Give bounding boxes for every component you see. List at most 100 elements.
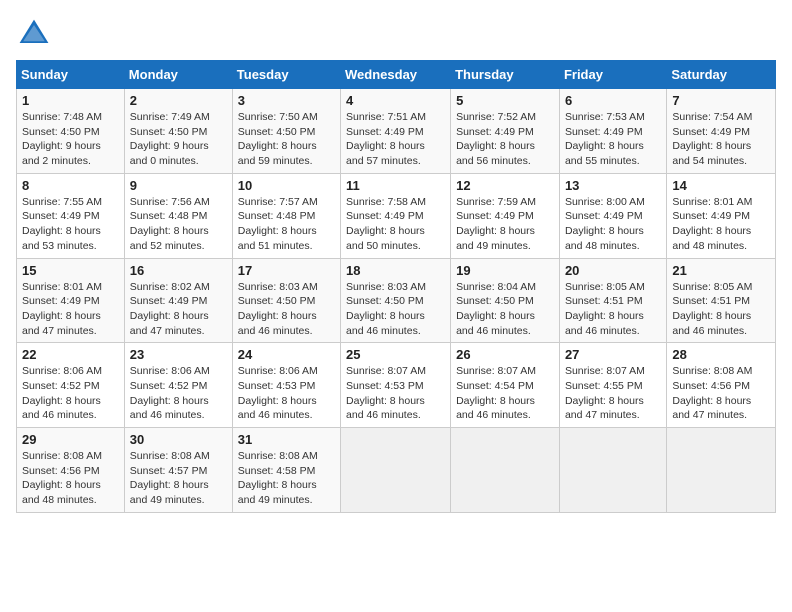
calendar-cell: 17 Sunrise: 8:03 AMSunset: 4:50 PMDayligh… <box>232 258 340 343</box>
calendar-cell: 12 Sunrise: 7:59 AMSunset: 4:49 PMDayligh… <box>451 173 560 258</box>
day-number: 8 <box>22 178 119 193</box>
calendar-cell: 31 Sunrise: 8:08 AMSunset: 4:58 PMDayligh… <box>232 428 340 513</box>
weekday-header-tuesday: Tuesday <box>232 61 340 89</box>
calendar-cell: 2 Sunrise: 7:49 AMSunset: 4:50 PMDaylight… <box>124 89 232 174</box>
calendar-cell: 30 Sunrise: 8:08 AMSunset: 4:57 PMDayligh… <box>124 428 232 513</box>
day-number: 3 <box>238 93 335 108</box>
day-number: 24 <box>238 347 335 362</box>
day-info: Sunrise: 8:08 AMSunset: 4:56 PMDaylight:… <box>672 364 770 423</box>
calendar-cell: 10 Sunrise: 7:57 AMSunset: 4:48 PMDayligh… <box>232 173 340 258</box>
day-info: Sunrise: 8:08 AMSunset: 4:58 PMDaylight:… <box>238 449 335 508</box>
day-number: 30 <box>130 432 227 447</box>
logo <box>16 16 56 52</box>
day-info: Sunrise: 7:58 AMSunset: 4:49 PMDaylight:… <box>346 195 445 254</box>
calendar-cell: 8 Sunrise: 7:55 AMSunset: 4:49 PMDaylight… <box>17 173 125 258</box>
calendar-cell: 20 Sunrise: 8:05 AMSunset: 4:51 PMDayligh… <box>559 258 666 343</box>
day-number: 23 <box>130 347 227 362</box>
day-number: 15 <box>22 263 119 278</box>
calendar-cell: 16 Sunrise: 8:02 AMSunset: 4:49 PMDayligh… <box>124 258 232 343</box>
day-number: 14 <box>672 178 770 193</box>
calendar-cell: 13 Sunrise: 8:00 AMSunset: 4:49 PMDayligh… <box>559 173 666 258</box>
day-info: Sunrise: 8:06 AMSunset: 4:52 PMDaylight:… <box>130 364 227 423</box>
calendar-cell: 7Sunrise: 7:54 AMSunset: 4:49 PMDaylight… <box>667 89 776 174</box>
calendar-cell: 4Sunrise: 7:51 AMSunset: 4:49 PMDaylight… <box>341 89 451 174</box>
day-info: Sunrise: 8:07 AMSunset: 4:53 PMDaylight:… <box>346 364 445 423</box>
day-info: Sunrise: 7:55 AMSunset: 4:49 PMDaylight:… <box>22 195 119 254</box>
calendar-cell: 22 Sunrise: 8:06 AMSunset: 4:52 PMDayligh… <box>17 343 125 428</box>
calendar-cell: 1 Sunrise: 7:48 AMSunset: 4:50 PMDaylight… <box>17 89 125 174</box>
day-number: 2 <box>130 93 227 108</box>
day-number: 19 <box>456 263 554 278</box>
day-info: Sunrise: 7:50 AMSunset: 4:50 PMDaylight:… <box>238 110 335 169</box>
day-number: 12 <box>456 178 554 193</box>
day-info: Sunrise: 8:01 AMSunset: 4:49 PMDaylight:… <box>672 195 770 254</box>
day-info: Sunrise: 8:00 AMSunset: 4:49 PMDaylight:… <box>565 195 661 254</box>
day-number: 13 <box>565 178 661 193</box>
calendar-cell: 18 Sunrise: 8:03 AMSunset: 4:50 PMDayligh… <box>341 258 451 343</box>
calendar-cell: 29 Sunrise: 8:08 AMSunset: 4:56 PMDayligh… <box>17 428 125 513</box>
day-info: Sunrise: 8:04 AMSunset: 4:50 PMDaylight:… <box>456 280 554 339</box>
day-info: Sunrise: 8:05 AMSunset: 4:51 PMDaylight:… <box>672 280 770 339</box>
calendar-cell: 27 Sunrise: 8:07 AMSunset: 4:55 PMDayligh… <box>559 343 666 428</box>
calendar-cell: 23 Sunrise: 8:06 AMSunset: 4:52 PMDayligh… <box>124 343 232 428</box>
weekday-header-saturday: Saturday <box>667 61 776 89</box>
calendar-table: SundayMondayTuesdayWednesdayThursdayFrid… <box>16 60 776 513</box>
weekday-header-thursday: Thursday <box>451 61 560 89</box>
calendar-cell: 11 Sunrise: 7:58 AMSunset: 4:49 PMDayligh… <box>341 173 451 258</box>
calendar-cell: 21 Sunrise: 8:05 AMSunset: 4:51 PMDayligh… <box>667 258 776 343</box>
weekday-header-sunday: Sunday <box>17 61 125 89</box>
calendar-cell: 14 Sunrise: 8:01 AMSunset: 4:49 PMDayligh… <box>667 173 776 258</box>
calendar-cell: 3 Sunrise: 7:50 AMSunset: 4:50 PMDaylight… <box>232 89 340 174</box>
day-number: 6 <box>565 93 661 108</box>
day-number: 22 <box>22 347 119 362</box>
day-number: 5 <box>456 93 554 108</box>
calendar-cell: 26Sunrise: 8:07 AMSunset: 4:54 PMDayligh… <box>451 343 560 428</box>
day-info: Sunrise: 7:49 AMSunset: 4:50 PMDaylight:… <box>130 110 227 169</box>
day-info: Sunrise: 7:59 AMSunset: 4:49 PMDaylight:… <box>456 195 554 254</box>
day-info: Sunrise: 7:51 AMSunset: 4:49 PMDaylight:… <box>346 110 445 169</box>
calendar-cell <box>341 428 451 513</box>
day-info: Sunrise: 8:07 AMSunset: 4:54 PMDaylight:… <box>456 364 554 423</box>
day-info: Sunrise: 8:08 AMSunset: 4:56 PMDaylight:… <box>22 449 119 508</box>
day-info: Sunrise: 7:48 AMSunset: 4:50 PMDaylight:… <box>22 110 119 169</box>
weekday-header-wednesday: Wednesday <box>341 61 451 89</box>
day-info: Sunrise: 8:02 AMSunset: 4:49 PMDaylight:… <box>130 280 227 339</box>
day-info: Sunrise: 7:56 AMSunset: 4:48 PMDaylight:… <box>130 195 227 254</box>
day-info: Sunrise: 8:05 AMSunset: 4:51 PMDaylight:… <box>565 280 661 339</box>
calendar-cell: 19 Sunrise: 8:04 AMSunset: 4:50 PMDayligh… <box>451 258 560 343</box>
page-header <box>16 16 776 52</box>
calendar-cell <box>559 428 666 513</box>
calendar-cell: 6 Sunrise: 7:53 AMSunset: 4:49 PMDaylight… <box>559 89 666 174</box>
day-info: Sunrise: 8:03 AMSunset: 4:50 PMDaylight:… <box>346 280 445 339</box>
day-info: Sunrise: 7:53 AMSunset: 4:49 PMDaylight:… <box>565 110 661 169</box>
calendar-cell: 9 Sunrise: 7:56 AMSunset: 4:48 PMDaylight… <box>124 173 232 258</box>
day-number: 29 <box>22 432 119 447</box>
calendar-cell <box>667 428 776 513</box>
day-info: Sunrise: 8:06 AMSunset: 4:52 PMDaylight:… <box>22 364 119 423</box>
day-number: 25 <box>346 347 445 362</box>
logo-icon <box>16 16 52 52</box>
day-number: 7 <box>672 93 770 108</box>
day-info: Sunrise: 8:08 AMSunset: 4:57 PMDaylight:… <box>130 449 227 508</box>
day-info: Sunrise: 8:07 AMSunset: 4:55 PMDaylight:… <box>565 364 661 423</box>
calendar-cell: 24 Sunrise: 8:06 AMSunset: 4:53 PMDayligh… <box>232 343 340 428</box>
day-info: Sunrise: 7:57 AMSunset: 4:48 PMDaylight:… <box>238 195 335 254</box>
day-info: Sunrise: 8:06 AMSunset: 4:53 PMDaylight:… <box>238 364 335 423</box>
day-info: Sunrise: 8:03 AMSunset: 4:50 PMDaylight:… <box>238 280 335 339</box>
day-number: 16 <box>130 263 227 278</box>
day-number: 20 <box>565 263 661 278</box>
day-number: 10 <box>238 178 335 193</box>
day-number: 27 <box>565 347 661 362</box>
day-number: 21 <box>672 263 770 278</box>
day-number: 9 <box>130 178 227 193</box>
calendar-cell: 25 Sunrise: 8:07 AMSunset: 4:53 PMDayligh… <box>341 343 451 428</box>
day-number: 18 <box>346 263 445 278</box>
calendar-cell: 28 Sunrise: 8:08 AMSunset: 4:56 PMDayligh… <box>667 343 776 428</box>
day-info: Sunrise: 7:52 AMSunset: 4:49 PMDaylight:… <box>456 110 554 169</box>
day-number: 1 <box>22 93 119 108</box>
day-number: 11 <box>346 178 445 193</box>
day-number: 31 <box>238 432 335 447</box>
day-number: 17 <box>238 263 335 278</box>
day-number: 28 <box>672 347 770 362</box>
day-info: Sunrise: 8:01 AMSunset: 4:49 PMDaylight:… <box>22 280 119 339</box>
